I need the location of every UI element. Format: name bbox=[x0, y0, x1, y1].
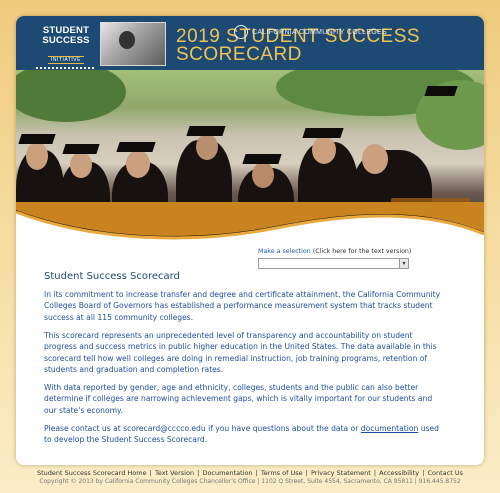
header-student-photo bbox=[100, 22, 166, 66]
footer-link-accessibility[interactable]: Accessibility bbox=[379, 469, 419, 477]
section-heading: Student Success Scorecard bbox=[44, 271, 180, 282]
footer-separator: | bbox=[422, 469, 425, 477]
college-selection: Make a selection (Click here for the tex… bbox=[258, 248, 448, 269]
footer-link-privacy[interactable]: Privacy Statement bbox=[311, 469, 371, 477]
main-card: STUDENT SUCCESS INITIATIVE 2019 STUDENT … bbox=[16, 16, 484, 465]
footer-link-text-version[interactable]: Text Version bbox=[155, 469, 194, 477]
footer-link-terms[interactable]: Terms of Use bbox=[261, 469, 303, 477]
california-community-colleges-logo[interactable]: CALIFORNIA COMMUNITY COLLEGES bbox=[234, 25, 387, 39]
logo-line-2: SUCCESS bbox=[42, 35, 90, 46]
hero-wave-decoration bbox=[16, 202, 484, 252]
selection-label: Make a selection (Click here for the tex… bbox=[258, 248, 448, 255]
student-success-initiative-logo[interactable]: STUDENT SUCCESS INITIATIVE bbox=[36, 26, 96, 69]
text-version-note[interactable]: (Click here for the text version) bbox=[313, 248, 412, 255]
copyright-text: Copyright © 2013 by California Community… bbox=[39, 478, 461, 485]
footer-nav: Student Success Scorecard Home | Text Ve… bbox=[0, 469, 500, 477]
chevron-down-icon[interactable]: ▾ bbox=[399, 259, 408, 268]
title-line-2: SCORECARD bbox=[176, 44, 302, 65]
intro-paragraph-1: In its commitment to increase transfer a… bbox=[44, 290, 441, 322]
footer-separator: | bbox=[255, 469, 258, 477]
documentation-link[interactable]: documentation bbox=[361, 424, 419, 433]
footer-separator: | bbox=[149, 469, 152, 477]
footer-separator: | bbox=[305, 469, 308, 477]
footer-link-documentation[interactable]: Documentation bbox=[202, 469, 252, 477]
seal-icon bbox=[234, 25, 248, 39]
footer-separator: | bbox=[373, 469, 377, 477]
footer-link-contact[interactable]: Contact Us bbox=[427, 469, 463, 477]
logo-dots bbox=[36, 67, 96, 69]
intro-paragraph-2: This scorecard represents an unprecedent… bbox=[44, 330, 437, 374]
make-selection-link[interactable]: Make a selection bbox=[258, 248, 311, 255]
intro-paragraph-4: Please contact us at scorecard@cccco.edu… bbox=[44, 423, 444, 446]
header-banner: STUDENT SUCCESS INITIATIVE 2019 STUDENT … bbox=[16, 16, 484, 70]
college-dropdown[interactable]: ▾ bbox=[258, 258, 409, 269]
intro-content: Student Success Scorecard In its commitm… bbox=[44, 271, 444, 452]
contact-text: Please contact us at scorecard@cccco.edu… bbox=[44, 423, 361, 433]
logo-line-3: INITIATIVE bbox=[48, 56, 84, 64]
footer-link-home[interactable]: Student Success Scorecard Home bbox=[37, 469, 147, 477]
footer-separator: | bbox=[197, 469, 200, 477]
cc-logo-text: CALIFORNIA COMMUNITY COLLEGES bbox=[252, 28, 387, 36]
intro-paragraph-3: With data reported by gender, age and et… bbox=[44, 382, 433, 415]
